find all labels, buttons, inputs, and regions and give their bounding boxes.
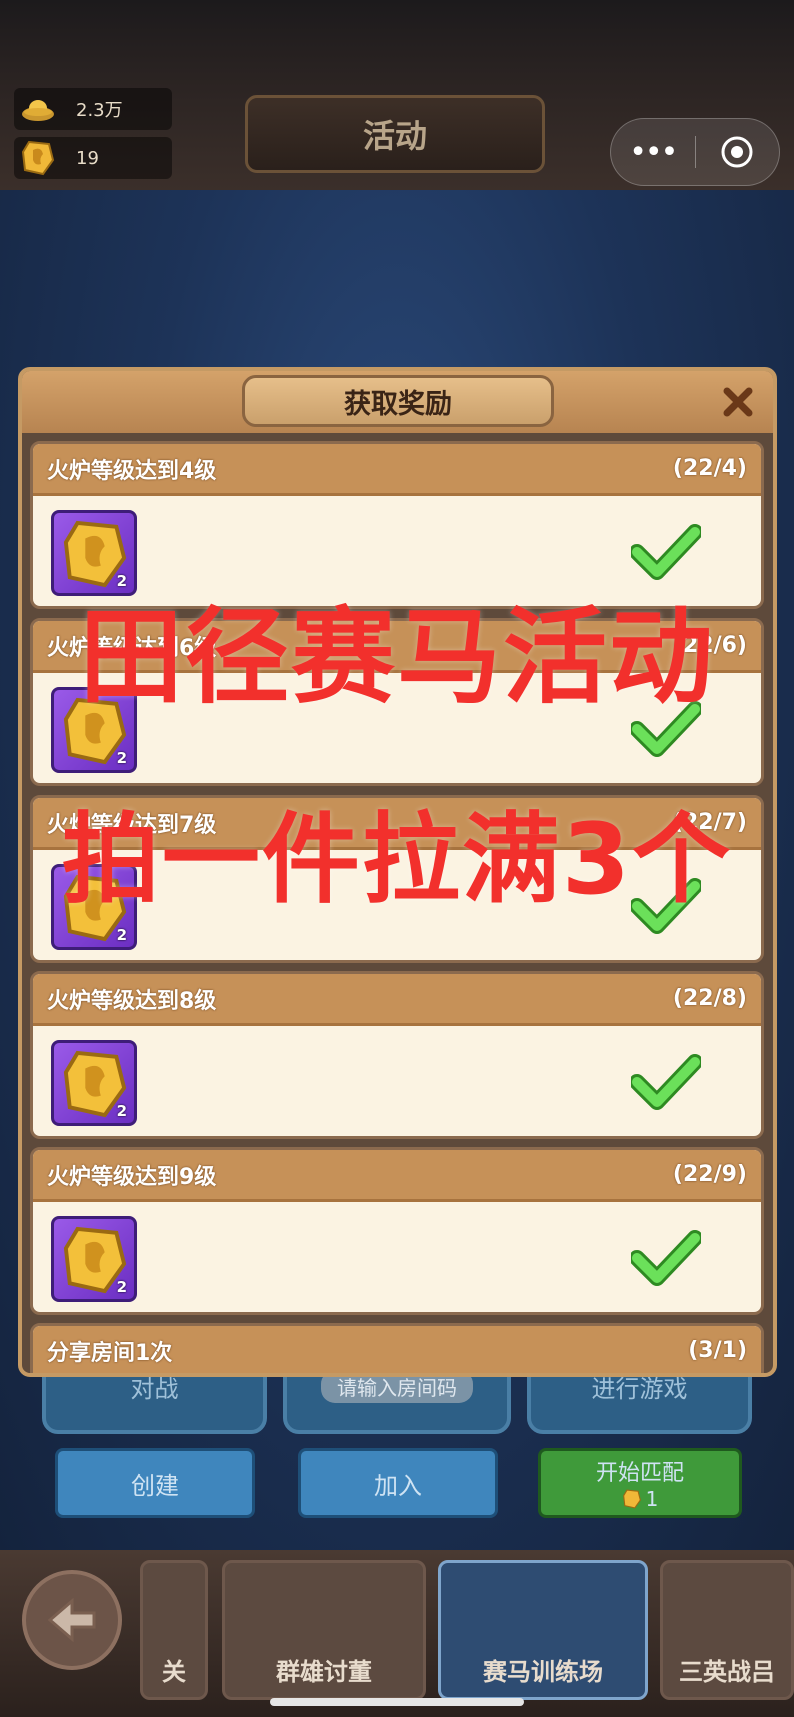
task-progress: (22/9) <box>672 1162 747 1187</box>
task-header: 火炉等级达到9级 (22/9) <box>33 1150 761 1202</box>
reward-qty: 2 <box>116 926 127 944</box>
page-title: 活动 <box>245 95 545 173</box>
task-name: 火炉等级达到9级 <box>47 1164 217 1190</box>
create-button[interactable]: 创建 <box>55 1448 255 1518</box>
task-header: 火炉等级达到8级 (22/8) <box>33 974 761 1026</box>
task-header: 分享房间1次 (3/1) <box>33 1326 761 1373</box>
home-indicator <box>270 1698 524 1706</box>
close-miniprogram-icon[interactable] <box>696 135 780 169</box>
task-name: 火炉等级达到8级 <box>47 988 217 1014</box>
back-arrow-icon <box>47 1597 96 1643</box>
gold-ingot-icon <box>18 89 58 129</box>
task-name: 火炉等级达到4级 <box>47 458 217 484</box>
task-name: 分享房间1次 <box>47 1340 173 1366</box>
reward-qty: 2 <box>116 1102 127 1120</box>
tab-sanying-label: 三英战吕 <box>679 1658 775 1686</box>
more-menu-icon[interactable]: ••• <box>611 135 695 170</box>
task-row: 火炉等级达到8级 (22/8) 2 <box>30 971 764 1139</box>
reward-qty: 2 <box>116 749 127 767</box>
modal-header: 获取奖励 <box>22 371 773 433</box>
miniprogram-capsule: ••• <box>610 118 780 186</box>
join-label: 加入 <box>374 1471 422 1500</box>
task-row: 分享房间1次 (3/1) <box>30 1323 764 1373</box>
tab-prev-event-label: 关 <box>162 1658 186 1686</box>
tab-qunxiong[interactable]: 群雄讨董 <box>222 1560 426 1700</box>
reward-item[interactable]: 2 <box>51 1216 137 1302</box>
tab-prev-event[interactable]: 关 <box>140 1560 208 1700</box>
task-progress: (22/8) <box>672 986 747 1011</box>
match-cost: 1 <box>622 1487 659 1511</box>
start-match-label: 开始匹配 <box>595 1461 684 1486</box>
close-icon <box>723 387 753 417</box>
page-title-text: 活动 <box>362 117 427 155</box>
gold-value: 2.3万 <box>76 100 123 121</box>
match-cost-value: 1 <box>645 1487 659 1511</box>
create-label: 创建 <box>131 1471 179 1500</box>
top-bar: 2.3万 19 活动 ••• <box>0 0 794 190</box>
modal-title-text: 获取奖励 <box>344 388 452 420</box>
task-row: 火炉等级达到9级 (22/9) 2 <box>30 1147 764 1315</box>
promo-overlay-title: 田径赛马活动 <box>78 596 715 718</box>
task-progress: (22/4) <box>672 456 747 481</box>
join-button[interactable]: 加入 <box>298 1448 498 1518</box>
tab-sanying[interactable]: 三英战吕 <box>660 1560 794 1700</box>
task-header: 火炉等级达到4级 (22/4) <box>33 444 761 496</box>
start-match-button[interactable]: 开始匹配 1 <box>538 1448 742 1518</box>
promo-overlay-subtitle: 拍一件拉满3个 <box>61 803 733 917</box>
checkmark-icon <box>631 1230 701 1286</box>
tab-qunxiong-label: 群雄讨董 <box>276 1658 372 1686</box>
tab-horse-training[interactable]: 赛马训练场 <box>438 1560 648 1700</box>
gold-currency: 2.3万 <box>14 88 172 130</box>
ticket-currency: 19 <box>14 137 172 179</box>
reward-qty: 2 <box>116 1278 127 1296</box>
close-button[interactable] <box>717 381 759 423</box>
horse-token-icon <box>18 138 58 178</box>
tab-horse-training-label: 赛马训练场 <box>483 1658 603 1686</box>
modal-title: 获取奖励 <box>242 375 554 427</box>
back-button[interactable] <box>22 1570 122 1670</box>
checkmark-icon <box>631 1054 701 1110</box>
horse-token-icon <box>622 1489 641 1509</box>
ticket-value: 19 <box>76 147 99 169</box>
reward-item[interactable]: 2 <box>51 1040 137 1126</box>
task-progress: (3/1) <box>688 1338 747 1363</box>
